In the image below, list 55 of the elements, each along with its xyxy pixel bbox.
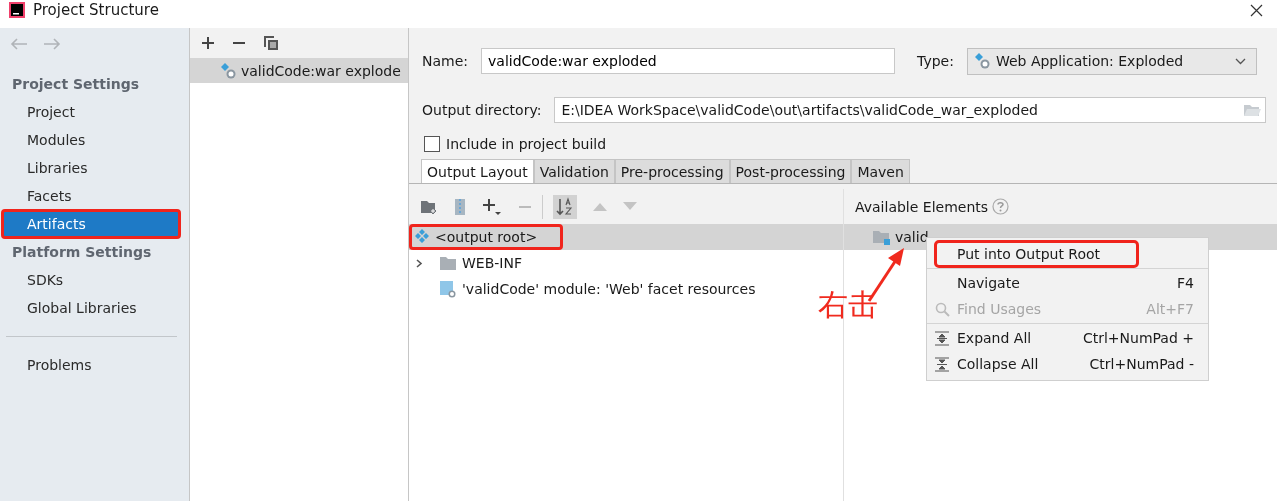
collapse-all-icon (935, 356, 949, 372)
tab[interactable]: Output Layout (421, 159, 534, 183)
expand-all-icon (935, 330, 949, 346)
sidebar-item[interactable]: Project (2, 98, 180, 126)
diamonds-icon (414, 229, 430, 245)
checkbox-label: Include in project build (446, 136, 607, 152)
sidebar-item[interactable]: Modules (2, 126, 180, 154)
sidebar-item[interactable]: SDKs (2, 266, 180, 294)
window-title: Project Structure (33, 1, 160, 19)
annotation-text: 右击 (818, 286, 878, 324)
sidebar-item[interactable]: Libraries (2, 154, 180, 182)
sidebar-item[interactable]: Artifacts (2, 210, 180, 238)
sidebar-item[interactable]: Facets (2, 182, 180, 210)
web-facet-icon (439, 280, 457, 298)
chevron-down-icon (1234, 57, 1246, 65)
type-dropdown[interactable]: Web Application: Exploded (966, 47, 1257, 75)
menu-item[interactable]: Collapse All Ctrl+NumPad - (927, 351, 1208, 377)
web-artifact-icon (973, 53, 990, 69)
folder-icon (439, 255, 457, 271)
search-icon (934, 301, 950, 317)
help-icon[interactable] (992, 198, 1010, 215)
tab[interactable]: Pre-processing (614, 159, 730, 183)
close-icon[interactable] (1250, 3, 1263, 17)
artifact-label: validCode:war explode (241, 62, 401, 79)
section-header: Platform Settings (11, 243, 153, 262)
field-label: Name: (422, 53, 469, 69)
panel-title: Available Elements (855, 198, 989, 215)
checkbox[interactable] (424, 136, 440, 152)
add-icon[interactable] (201, 36, 215, 50)
add-dropdown-icon[interactable] (482, 197, 502, 216)
sidebar-item[interactable]: Global Libraries (2, 294, 180, 322)
section-header: Project Settings (11, 75, 141, 94)
new-folder-icon[interactable] (420, 198, 438, 215)
tab[interactable]: Post-processing (729, 159, 852, 183)
artifact-item[interactable]: validCode:war explode (190, 58, 408, 83)
field-label: Type: (917, 53, 954, 69)
output-directory-field[interactable]: E:\IDEA WorkSpace\validCode\out\artifacts\validCode_war_exploded (554, 97, 1266, 123)
menu-item[interactable]: Expand All Ctrl+NumPad + (927, 325, 1208, 351)
tab[interactable]: Validation (533, 159, 615, 183)
copy-icon[interactable] (263, 35, 279, 51)
module-folder-icon (872, 229, 890, 245)
sort-icon[interactable] (553, 194, 577, 219)
tree-label: 'validCode' module: 'Web' facet resources (462, 281, 756, 297)
tree-row[interactable]: <output root> (409, 224, 843, 250)
web-artifact-icon (220, 62, 236, 79)
sidebar-item[interactable]: Problems (2, 351, 180, 379)
archive-icon[interactable] (454, 197, 466, 216)
tree-label: <output root> (435, 229, 538, 245)
menu-item[interactable]: Navigate F4 (927, 270, 1208, 296)
tree-label: WEB-INF (462, 255, 522, 271)
tab[interactable]: Maven (851, 159, 910, 183)
field-label: Output directory: (422, 102, 542, 118)
tree-row[interactable]: WEB-INF (409, 250, 843, 276)
name-field[interactable]: validCode:war exploded (481, 48, 896, 74)
menu-item[interactable]: Put into Output Root (935, 241, 1138, 267)
